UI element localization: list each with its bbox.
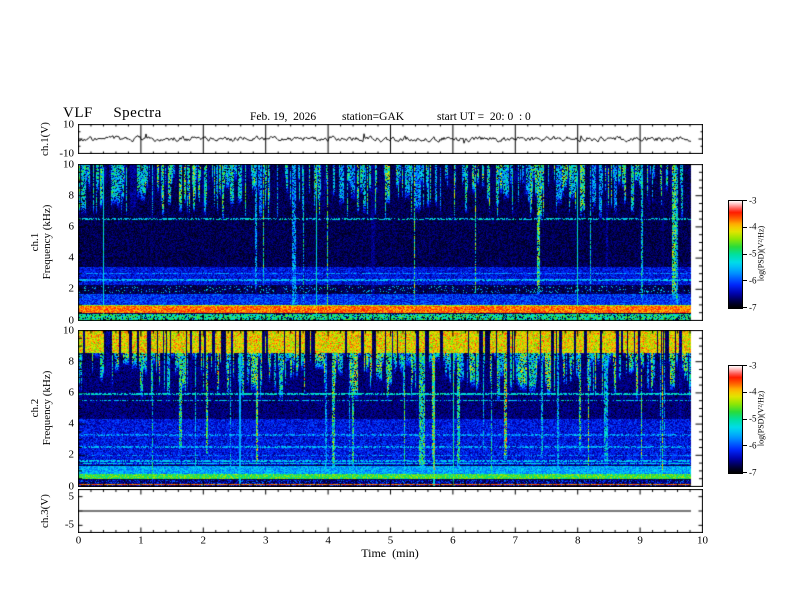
colorbar-tick-mark bbox=[743, 391, 747, 393]
tick-label: 8 bbox=[68, 355, 75, 368]
ch1-spectrogram-ylabel: ch.1 Frequency (kHz) bbox=[29, 182, 53, 302]
tick-label: 10 bbox=[697, 534, 708, 546]
colorbar-2 bbox=[728, 365, 743, 474]
header-start-ut: start UT = 20: 0 : 0 bbox=[437, 111, 531, 123]
tick-label: 10 bbox=[63, 118, 74, 130]
colorbar-tick-mark bbox=[743, 445, 747, 447]
ch2-spectrogram-ylabel: ch.2 Frequency (kHz) bbox=[29, 348, 53, 468]
ch1-spectrogram-ylabel-line2: Frequency (kHz) bbox=[41, 204, 53, 280]
tick-label: 8 bbox=[68, 189, 75, 202]
tick-label: 0 bbox=[75, 534, 82, 546]
tick-label: 4 bbox=[68, 417, 75, 430]
ch3-ylabel: ch.3(V) bbox=[39, 494, 51, 528]
ch1-spectrogram-ylabel-line1: ch.1 bbox=[29, 232, 41, 252]
tick-label: 9 bbox=[637, 534, 643, 546]
tick-label: -7 bbox=[749, 467, 757, 477]
ch2-spectrogram-ylabel-line2: Frequency (kHz) bbox=[41, 370, 53, 446]
colorbar-tick-mark bbox=[743, 226, 747, 228]
colorbar-2-label: log(PSD)(V²/Hz) bbox=[756, 390, 766, 447]
tick-label: -6 bbox=[749, 440, 757, 451]
colorbar-1-label: log(PSD)(V²/Hz) bbox=[756, 225, 766, 282]
colorbar-tick-mark bbox=[743, 307, 747, 308]
colorbar-tick-mark bbox=[743, 280, 747, 282]
tick-label: 3 bbox=[262, 534, 269, 546]
colorbar-tick-mark bbox=[743, 418, 747, 420]
tick-label: 5 bbox=[387, 534, 394, 546]
tick-label: 7 bbox=[512, 534, 519, 546]
ch3-waveform-panel bbox=[78, 489, 703, 533]
tick-label: 1 bbox=[138, 534, 144, 546]
xaxis-title: Time (min) bbox=[361, 546, 419, 560]
tick-label: -6 bbox=[749, 275, 757, 286]
tick-label: 4 bbox=[68, 251, 75, 264]
tick-label: -5 bbox=[749, 248, 757, 259]
tick-label: -4 bbox=[749, 221, 757, 232]
tick-label: -3 bbox=[749, 195, 757, 205]
ch1-waveform-ylabel: ch.1(V) bbox=[39, 122, 51, 156]
tick-label: 6 bbox=[450, 534, 456, 546]
figure-title: VLF Spectra bbox=[63, 105, 162, 121]
tick-label: -3 bbox=[749, 360, 757, 370]
tick-label: -5 bbox=[749, 413, 757, 424]
ch1-spectrogram-panel bbox=[78, 164, 703, 321]
colorbar-1 bbox=[728, 200, 743, 309]
tick-label: 2 bbox=[68, 448, 75, 461]
tick-label: 8 bbox=[574, 534, 581, 546]
vlf-spectra-figure: VLF Spectra Feb. 19, 2026 station=GAK st… bbox=[0, 0, 792, 612]
header-station: station=GAK bbox=[342, 111, 405, 123]
tick-label: -4 bbox=[749, 386, 757, 397]
tick-label: 10 bbox=[63, 158, 74, 170]
tick-label: -5 bbox=[64, 518, 74, 531]
tick-label: 2 bbox=[68, 282, 75, 295]
tick-label: 2 bbox=[200, 534, 207, 546]
header-date: Feb. 19, 2026 bbox=[250, 111, 317, 123]
colorbar-tick-mark bbox=[743, 472, 747, 473]
tick-label: 4 bbox=[325, 534, 331, 546]
colorbar-tick-mark bbox=[743, 365, 747, 366]
colorbar-tick-mark bbox=[743, 200, 747, 201]
tick-label: 6 bbox=[68, 386, 75, 399]
tick-label: 10 bbox=[63, 324, 74, 336]
tick-label: 5 bbox=[68, 490, 75, 503]
ch2-spectrogram-panel bbox=[78, 330, 703, 487]
ch1-waveform-panel bbox=[78, 124, 703, 154]
tick-label: 6 bbox=[68, 220, 75, 233]
tick-label: -7 bbox=[749, 302, 757, 312]
colorbar-tick-mark bbox=[743, 253, 747, 255]
ch2-spectrogram-ylabel-line1: ch.2 bbox=[29, 398, 41, 418]
